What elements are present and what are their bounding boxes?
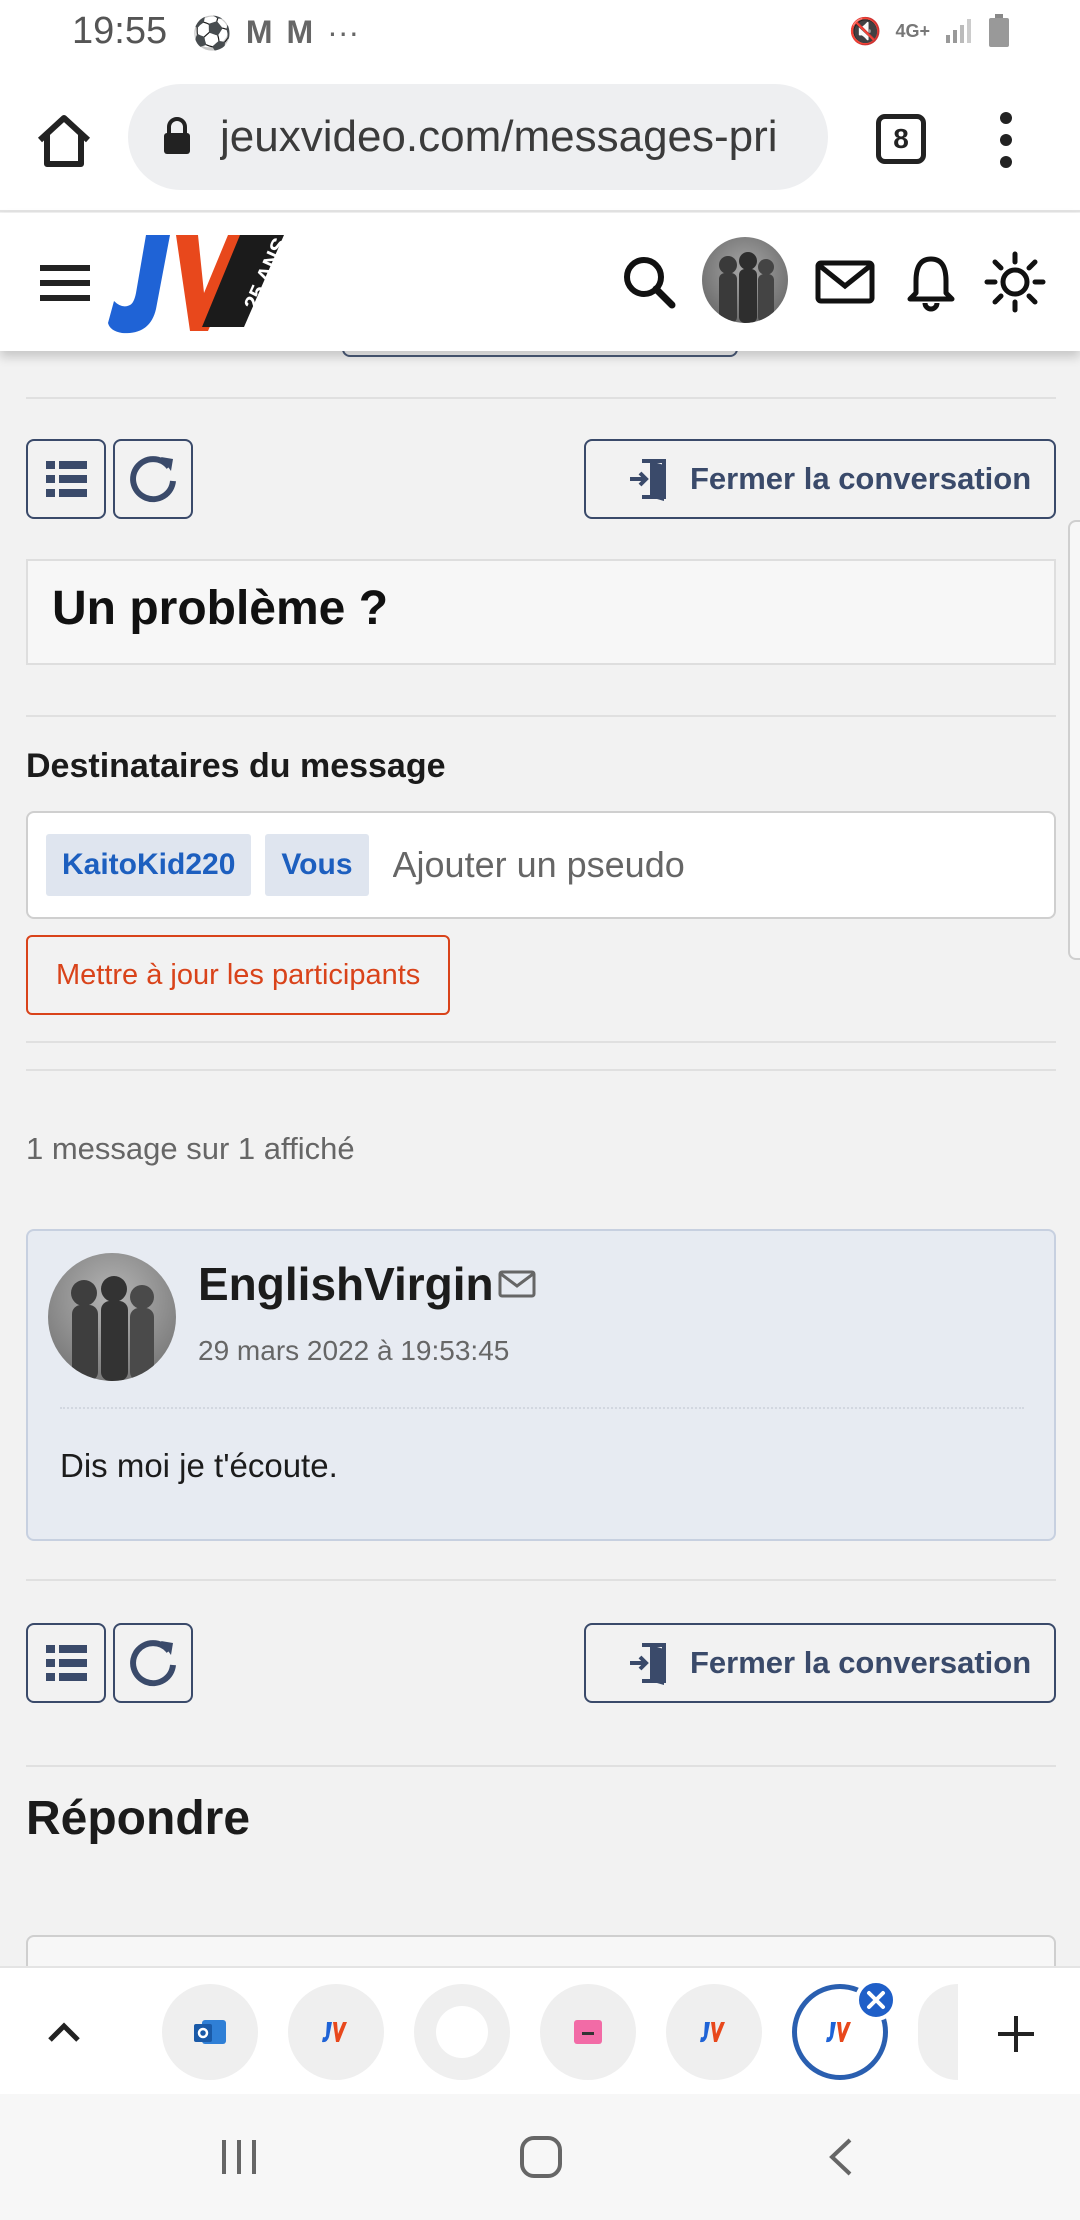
- site-header: 25 ANS: [0, 213, 1080, 351]
- jv-logo[interactable]: 25 ANS: [108, 231, 284, 337]
- recipient-tag[interactable]: Vous: [265, 834, 369, 896]
- conversation-title-box: Un problème ?: [26, 559, 1056, 665]
- mail-icon[interactable]: [812, 249, 878, 315]
- tab-outlook[interactable]: [162, 1984, 258, 2080]
- conversation-toolbar-bottom: Fermer la conversation: [26, 1623, 1056, 1703]
- pink-site-icon: [574, 2020, 602, 2044]
- home-nav-icon[interactable]: [516, 2134, 566, 2180]
- divider: [26, 1069, 1056, 1071]
- browser-menu-icon[interactable]: [996, 110, 1016, 170]
- reply-title: Répondre: [26, 1792, 251, 1845]
- system-navigation-bar: [0, 2094, 1080, 2220]
- divider: [26, 715, 1056, 717]
- divider: [26, 1579, 1056, 1581]
- refresh-button[interactable]: [113, 439, 193, 519]
- message-date: 29 mars 2022 à 19:53:45: [198, 1335, 510, 1366]
- message-count: 1 message sur 1 affiché: [26, 1131, 355, 1166]
- home-icon[interactable]: [34, 110, 94, 170]
- tab-jv[interactable]: [666, 1984, 762, 2080]
- jv-icon: [322, 2022, 347, 2043]
- tab-switcher-button[interactable]: 8: [876, 114, 926, 164]
- outlook-icon: [194, 2020, 226, 2044]
- gmail-icon: M: [245, 14, 273, 50]
- message-author[interactable]: EnglishVirgin: [198, 1257, 494, 1311]
- back-icon[interactable]: [818, 2134, 868, 2180]
- status-bar: 19:55 ⚽ M M ··· 🔇 4G+: [0, 0, 1080, 66]
- gmail-icon: M: [286, 14, 314, 50]
- browser-tab-strip: [0, 1966, 1080, 2094]
- refresh-button[interactable]: [113, 1623, 193, 1703]
- list-view-button[interactable]: [26, 439, 106, 519]
- sun-icon[interactable]: [982, 249, 1048, 315]
- tab-jv-active[interactable]: [792, 1979, 897, 2080]
- recipients-label: Destinataires du message: [26, 747, 446, 785]
- close-conversation-button[interactable]: Fermer la conversation: [584, 1623, 1056, 1703]
- scrollbar[interactable]: [1068, 520, 1080, 960]
- list-view-button[interactable]: [26, 1623, 106, 1703]
- chevron-up-icon[interactable]: [44, 2012, 84, 2052]
- close-icon: [867, 1991, 885, 2009]
- blank-tab-icon: [436, 2006, 488, 2058]
- message-separator: [60, 1407, 1024, 1409]
- browser-toolbar: jeuxvideo.com/messages-pri 8: [0, 66, 1080, 212]
- jv-icon: [826, 2022, 851, 2043]
- author-avatar[interactable]: [48, 1253, 176, 1381]
- address-bar[interactable]: jeuxvideo.com/messages-pri: [128, 84, 828, 190]
- tab-pink[interactable]: [540, 1984, 636, 2080]
- tab-blank[interactable]: [414, 1984, 510, 2080]
- signal-icon: [946, 19, 971, 43]
- update-participants-button[interactable]: Mettre à jour les participants: [26, 935, 451, 1015]
- close-conversation-label: Fermer la conversation: [690, 1645, 1032, 1680]
- status-time: 19:55: [72, 10, 168, 52]
- silhouettes-icon: [71, 1276, 154, 1381]
- list-icon: [46, 1645, 87, 1681]
- recent-apps-icon[interactable]: [214, 2134, 264, 2180]
- silhouettes-icon: [719, 252, 774, 323]
- conversation-title: Un problème ?: [52, 582, 389, 635]
- network-type: 4G+: [895, 20, 930, 41]
- bell-icon[interactable]: [898, 249, 964, 315]
- send-mail-icon[interactable]: [498, 1269, 536, 1299]
- jv-icon: [700, 2022, 725, 2043]
- list-icon: [46, 461, 87, 497]
- add-tab-icon[interactable]: [996, 2014, 1036, 2054]
- close-conversation-button[interactable]: Fermer la conversation: [584, 439, 1056, 519]
- message-card: EnglishVirgin 29 mars 2022 à 19:53:45 Di…: [26, 1229, 1056, 1541]
- divider: [26, 397, 1056, 399]
- soccer-ball-icon: ⚽: [192, 15, 232, 51]
- battery-icon: [989, 14, 1009, 47]
- mute-icon: 🔇: [849, 15, 882, 46]
- tab-partial[interactable]: [918, 1984, 958, 2080]
- refresh-icon: [130, 456, 176, 503]
- notification-icons: ⚽ M M ···: [192, 14, 359, 52]
- user-avatar[interactable]: [702, 237, 788, 323]
- divider: [26, 1765, 1056, 1767]
- url-text: jeuxvideo.com/messages-pri: [220, 112, 778, 161]
- lock-icon: [164, 117, 190, 154]
- add-pseudo-input[interactable]: [392, 844, 953, 886]
- exit-door-icon: [630, 459, 666, 501]
- message-body: Dis moi je t'écoute.: [60, 1447, 338, 1484]
- recipients-field[interactable]: KaitoKid220 Vous: [26, 811, 1056, 919]
- conversation-toolbar-top: Fermer la conversation: [26, 439, 1056, 519]
- tab-jv[interactable]: [288, 1984, 384, 2080]
- exit-door-icon: [630, 1643, 666, 1685]
- more-notifications-icon: ···: [327, 14, 360, 50]
- close-tab-button[interactable]: [855, 1979, 897, 2021]
- refresh-icon: [130, 1640, 176, 1687]
- close-conversation-label: Fermer la conversation: [690, 461, 1032, 496]
- system-icons: 🔇 4G+: [849, 14, 1010, 48]
- hamburger-menu-icon[interactable]: [40, 263, 90, 303]
- search-icon[interactable]: [616, 249, 682, 315]
- recipient-tag[interactable]: KaitoKid220: [46, 834, 252, 896]
- divider: [26, 1041, 1056, 1043]
